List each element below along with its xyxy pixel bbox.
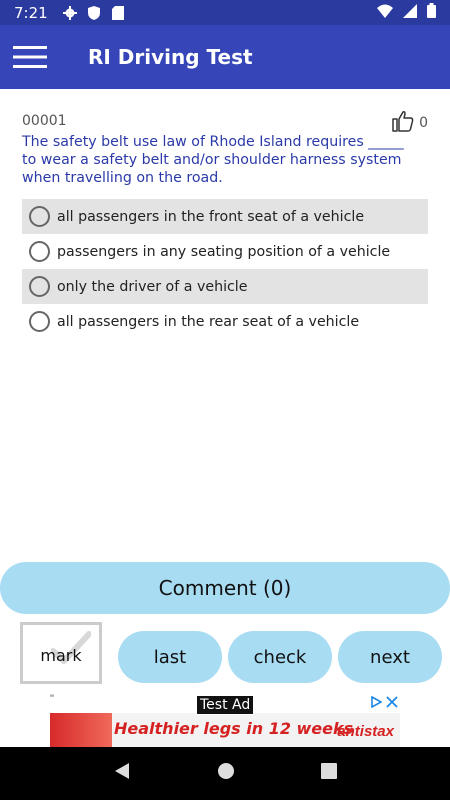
app-title: RI Driving Test xyxy=(88,45,253,69)
hamburger-menu-icon[interactable] xyxy=(0,25,60,89)
battery-icon xyxy=(427,3,436,22)
wifi-icon xyxy=(377,4,393,22)
answer-option-label: only the driver of a vehicle xyxy=(57,278,248,295)
recents-icon[interactable] xyxy=(321,763,337,784)
question-panel: 00001 0 The safety belt use law of Rhode… xyxy=(0,89,450,559)
ad-image[interactable]: Healthier legs in 12 weeks antistax xyxy=(50,713,400,747)
radio-icon[interactable] xyxy=(29,206,50,227)
answer-option-label: all passengers in the front seat of a ve… xyxy=(57,208,365,225)
answer-option-4[interactable]: all passengers in the rear seat of a veh… xyxy=(22,304,428,339)
answer-option-label: all passengers in the rear seat of a veh… xyxy=(57,313,360,330)
system-nav-bar xyxy=(0,747,450,800)
close-icon[interactable] xyxy=(386,695,398,713)
like-count: 0 xyxy=(419,115,428,131)
gear-icon xyxy=(62,5,78,21)
check-button[interactable]: check xyxy=(228,631,332,683)
back-icon[interactable] xyxy=(113,762,131,785)
ad-label: Test Ad xyxy=(196,695,255,715)
ad-brand: antistax xyxy=(337,723,394,740)
answer-option-label: passengers in any seating position of a … xyxy=(57,243,391,260)
comment-button[interactable]: Comment (0) xyxy=(0,562,450,614)
answer-option-3[interactable]: only the driver of a vehicle xyxy=(22,269,428,304)
last-button[interactable]: last xyxy=(118,631,222,683)
radio-icon[interactable] xyxy=(29,241,50,262)
question-text: The safety belt use law of Rhode Island … xyxy=(22,134,404,186)
status-bar: 7:21 xyxy=(0,0,450,25)
radio-icon[interactable] xyxy=(29,311,50,332)
sd-card-icon xyxy=(110,5,126,21)
answer-option-2[interactable]: passengers in any seating position of a … xyxy=(22,234,428,269)
mark-label: mark xyxy=(40,645,82,665)
shield-icon xyxy=(86,5,102,21)
status-time: 7:21 xyxy=(14,3,48,22)
ad-banner[interactable]: " Healthier legs in 12 weeks antistax Te… xyxy=(50,693,400,747)
ad-choices-icon[interactable] xyxy=(370,695,383,713)
answer-option-1[interactable]: all passengers in the front seat of a ve… xyxy=(22,199,428,234)
ad-choices[interactable] xyxy=(370,695,398,713)
app-bar: RI Driving Test xyxy=(0,25,450,89)
answer-options: all passengers in the front seat of a ve… xyxy=(22,199,428,339)
mark-button[interactable]: mark xyxy=(20,622,102,684)
home-icon[interactable] xyxy=(217,762,235,785)
leg-image xyxy=(50,713,112,747)
ad-quote: " xyxy=(50,693,54,705)
signal-icon xyxy=(403,3,417,22)
radio-icon[interactable] xyxy=(29,276,50,297)
next-button[interactable]: next xyxy=(338,631,442,683)
question-id: 00001 xyxy=(22,113,67,129)
ad-headline: Healthier legs in 12 weeks xyxy=(114,719,354,738)
